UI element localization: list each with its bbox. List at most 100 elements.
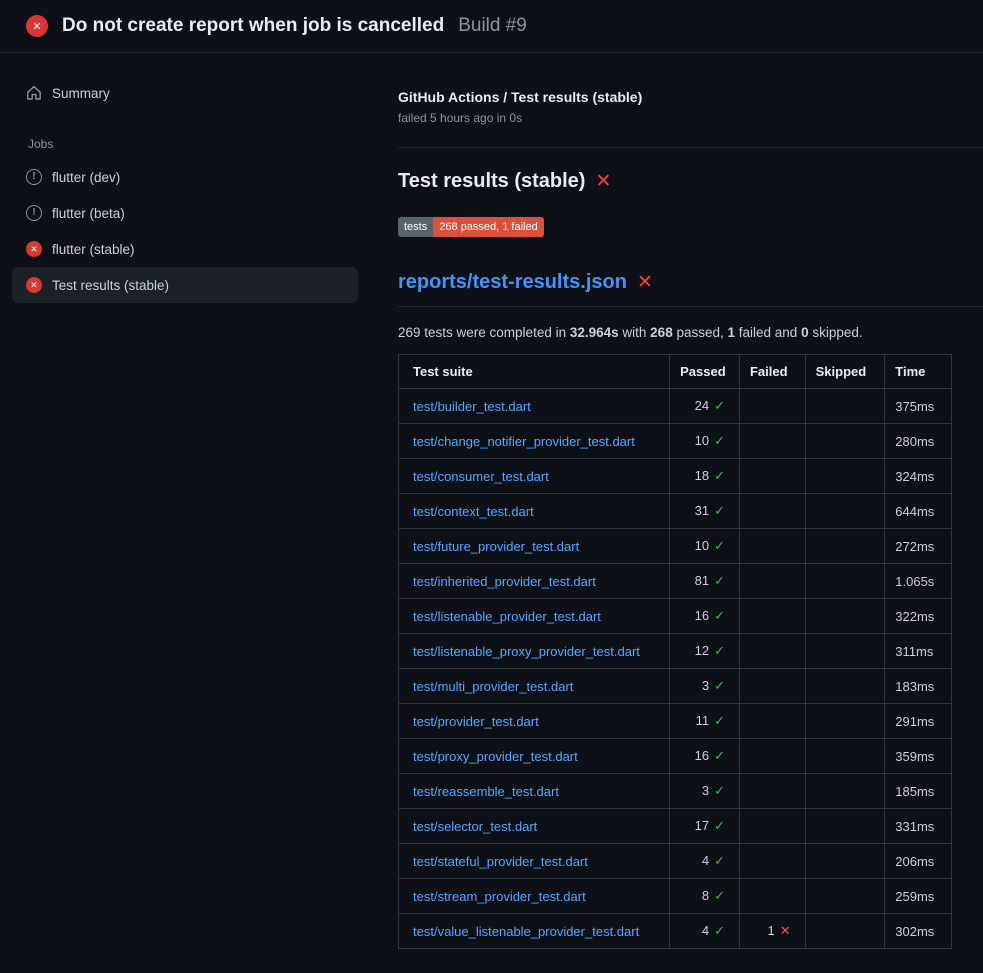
check-icon: ✓ bbox=[714, 433, 725, 448]
table-row: test/selector_test.dart 17✓ 331ms bbox=[399, 809, 952, 844]
time-value: 291ms bbox=[885, 704, 952, 739]
table-row: test/provider_test.dart 11 ✓ 291ms bbox=[399, 704, 952, 739]
build-number: Build #9 bbox=[458, 15, 527, 37]
jobs-list: ! flutter (dev) ! flutter (beta) ✕ flutt… bbox=[12, 159, 358, 303]
sidebar-job-item[interactable]: ! flutter (dev) bbox=[12, 159, 358, 195]
summary-text: with bbox=[619, 325, 651, 340]
test-suite-link[interactable]: test/selector_test.dart bbox=[413, 819, 537, 834]
sidebar: Summary Jobs ! flutter (dev) ! flutter (… bbox=[0, 53, 370, 303]
summary-passed-count: 268 bbox=[650, 325, 673, 340]
test-suite-link[interactable]: test/context_test.dart bbox=[413, 504, 534, 519]
table-row: test/context_test.dart 31✓ 644ms bbox=[399, 494, 952, 529]
time-value: 206ms bbox=[885, 844, 952, 879]
test-suite-link[interactable]: test/provider_test.dart bbox=[413, 714, 539, 729]
test-suite-link[interactable]: test/reassemble_test.dart bbox=[413, 784, 559, 799]
passed-count: 10 bbox=[695, 433, 709, 448]
test-suite-link[interactable]: test/stream_provider_test.dart bbox=[413, 889, 586, 904]
test-suite-link[interactable]: test/multi_provider_test.dart bbox=[413, 679, 573, 694]
sidebar-job-item[interactable]: ! flutter (beta) bbox=[12, 195, 358, 231]
passed-count: 18 bbox=[695, 468, 709, 483]
test-suite-link[interactable]: test/listenable_proxy_provider_test.dart bbox=[413, 644, 640, 659]
failed-status-icon: ✕ bbox=[26, 277, 42, 293]
test-suite-link[interactable]: test/future_provider_test.dart bbox=[413, 539, 579, 554]
test-suite-link[interactable]: test/change_notifier_provider_test.dart bbox=[413, 434, 635, 449]
table-row: test/reassemble_test.dart 3 ✓ 185ms bbox=[399, 774, 952, 809]
table-row: test/change_notifier_provider_test.dart … bbox=[399, 424, 952, 459]
run-status-line: failed 5 hours ago in 0s bbox=[398, 111, 952, 125]
passed-count: 10 bbox=[695, 538, 709, 553]
sidebar-item-summary[interactable]: Summary bbox=[12, 75, 358, 111]
badge-row: tests 268 passed, 1 failed bbox=[398, 217, 952, 237]
passed-count: 11 bbox=[696, 713, 710, 728]
table-row: test/value_listenable_provider_test.dart… bbox=[399, 914, 952, 949]
sidebar-job-item[interactable]: ✕ flutter (stable) bbox=[12, 231, 358, 267]
results-table: Test suite Passed Failed Skipped Time te… bbox=[398, 354, 952, 949]
jobs-section-label: Jobs bbox=[28, 137, 358, 151]
passed-count: 3 bbox=[702, 678, 709, 693]
failed-count: 1 bbox=[768, 923, 775, 938]
passed-count: 4 bbox=[702, 923, 709, 938]
time-value: 183ms bbox=[885, 669, 952, 704]
breadcrumb: GitHub Actions / Test results (stable) bbox=[398, 89, 952, 105]
report-title: reports/test-results.json ✕ bbox=[398, 271, 983, 307]
check-icon: ✓ bbox=[714, 713, 725, 728]
section-title: Test results (stable) ✕ bbox=[398, 170, 952, 193]
job-label: Test results (stable) bbox=[52, 278, 169, 293]
test-suite-link[interactable]: test/builder_test.dart bbox=[413, 399, 531, 414]
check-icon: ✓ bbox=[714, 783, 725, 798]
summary-text: skipped. bbox=[809, 325, 863, 340]
build-failed-icon: ✕ bbox=[26, 15, 48, 37]
passed-count: 12 bbox=[695, 643, 709, 658]
col-skipped: Skipped bbox=[805, 355, 885, 389]
check-icon: ✓ bbox=[714, 888, 725, 903]
failed-x-icon: ✕ bbox=[595, 172, 611, 191]
report-link[interactable]: reports/test-results.json bbox=[398, 271, 627, 294]
table-row: test/proxy_provider_test.dart 16✓ 359ms bbox=[399, 739, 952, 774]
time-value: 280ms bbox=[885, 424, 952, 459]
table-row: test/inherited_provider_test.dart 81✓ 1.… bbox=[399, 564, 952, 599]
time-value: 331ms bbox=[885, 809, 952, 844]
job-label: flutter (beta) bbox=[52, 206, 125, 221]
badge-value: 268 passed, 1 failed bbox=[433, 217, 543, 237]
test-suite-link[interactable]: test/value_listenable_provider_test.dart bbox=[413, 924, 639, 939]
table-row: test/consumer_test.dart 18 ✓ 324ms bbox=[399, 459, 952, 494]
neutral-status-icon: ! bbox=[26, 205, 42, 221]
table-row: test/listenable_proxy_provider_test.dart… bbox=[399, 634, 952, 669]
test-suite-link[interactable]: test/listenable_provider_test.dart bbox=[413, 609, 601, 624]
table-row: test/multi_provider_test.dart 3 ✓ 183ms bbox=[399, 669, 952, 704]
main-content: GitHub Actions / Test results (stable) f… bbox=[370, 53, 983, 973]
sidebar-job-item[interactable]: ✕ Test results (stable) bbox=[12, 267, 358, 303]
col-time: Time bbox=[885, 355, 952, 389]
passed-count: 3 bbox=[702, 783, 709, 798]
col-failed: Failed bbox=[739, 355, 805, 389]
check-icon: ✓ bbox=[714, 678, 725, 693]
time-value: 185ms bbox=[885, 774, 952, 809]
table-row: test/listenable_provider_test.dart 16✓ 3… bbox=[399, 599, 952, 634]
summary-text: failed and bbox=[735, 325, 801, 340]
check-icon: ✓ bbox=[714, 468, 725, 483]
page-header: ✕ Do not create report when job is cance… bbox=[0, 0, 983, 53]
summary-line: 269 tests were completed in 32.964s with… bbox=[398, 325, 952, 340]
tests-badge: tests 268 passed, 1 failed bbox=[398, 217, 544, 237]
time-value: 324ms bbox=[885, 459, 952, 494]
check-icon: ✓ bbox=[714, 853, 725, 868]
time-value: 375ms bbox=[885, 389, 952, 424]
passed-count: 31 bbox=[695, 503, 709, 518]
test-suite-link[interactable]: test/inherited_provider_test.dart bbox=[413, 574, 596, 589]
table-row: test/builder_test.dart 24✓ 375ms bbox=[399, 389, 952, 424]
summary-skipped-count: 0 bbox=[801, 325, 809, 340]
section-title-text: Test results (stable) bbox=[398, 170, 585, 193]
test-suite-link[interactable]: test/stateful_provider_test.dart bbox=[413, 854, 588, 869]
table-row: test/stream_provider_test.dart 8✓ 259ms bbox=[399, 879, 952, 914]
failed-x-icon: ✕ bbox=[637, 273, 653, 292]
time-value: 1.065s bbox=[885, 564, 952, 599]
check-icon: ✓ bbox=[714, 643, 725, 658]
results-tbody: test/builder_test.dart 24✓ 375ms test/ch… bbox=[399, 389, 952, 949]
test-suite-link[interactable]: test/proxy_provider_test.dart bbox=[413, 749, 578, 764]
badge-label: tests bbox=[398, 217, 433, 237]
test-suite-link[interactable]: test/consumer_test.dart bbox=[413, 469, 549, 484]
summary-text: passed, bbox=[673, 325, 728, 340]
job-label: flutter (stable) bbox=[52, 242, 135, 257]
failed-status-icon: ✕ bbox=[26, 241, 42, 257]
passed-count: 4 bbox=[702, 853, 709, 868]
